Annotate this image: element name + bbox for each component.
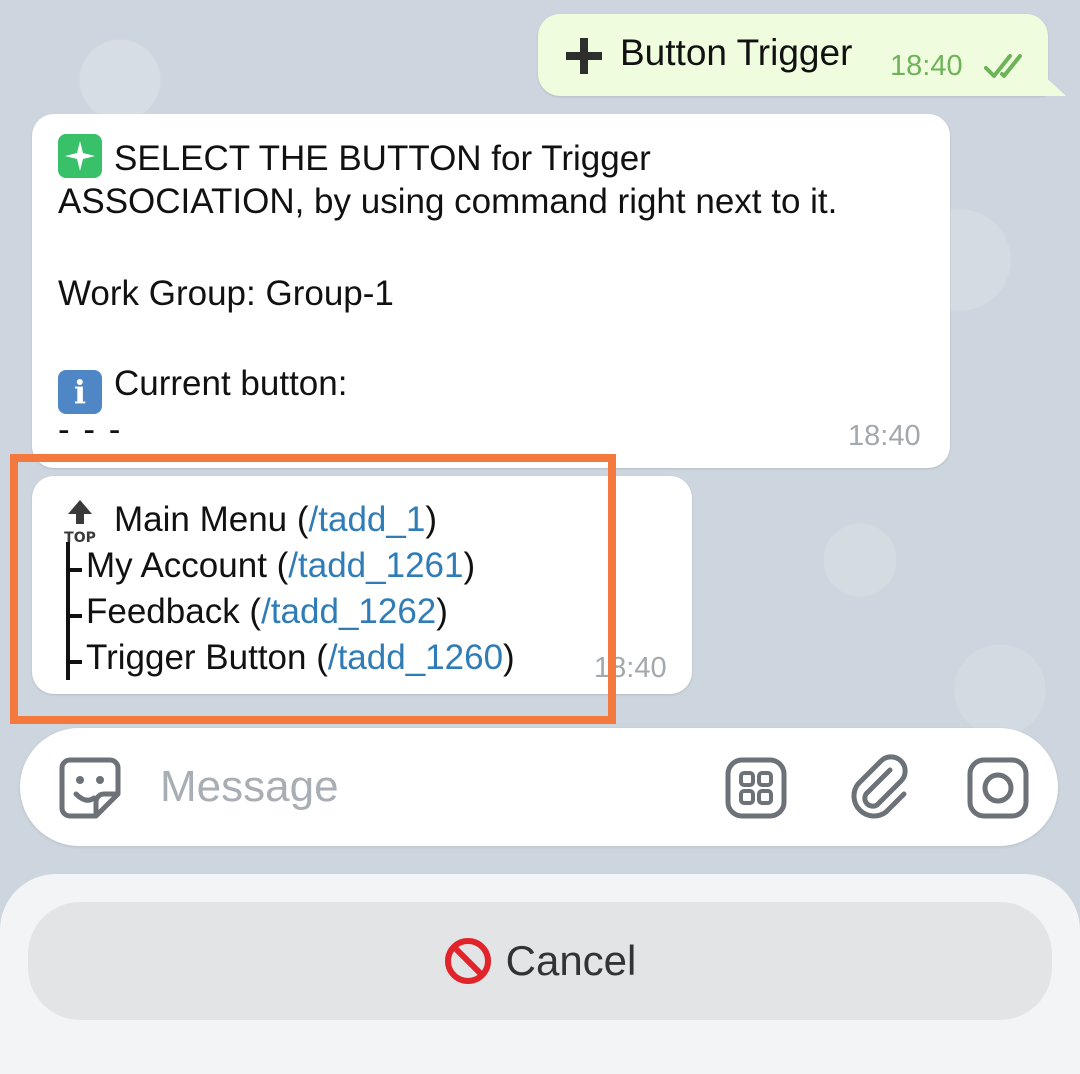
sticker-icon[interactable] (56, 754, 124, 822)
outgoing-message-time: 18:40 (890, 50, 963, 82)
prohibited-icon (444, 938, 491, 984)
incoming-message-instructions[interactable]: SELECT THE BUTTON for Trigger ASSOCIATIO… (32, 114, 950, 468)
current-button-label: Current button: (114, 364, 348, 403)
camera-icon[interactable] (966, 756, 1030, 820)
message-line: i Current button: (58, 364, 347, 414)
work-group-line: Work Group: Group-1 (58, 274, 394, 313)
info-icon: i (58, 370, 102, 414)
message-composer[interactable]: Message (20, 728, 1058, 846)
cancel-button-label: Cancel (505, 937, 637, 984)
outgoing-message[interactable]: Button Trigger 18:40 (538, 14, 1048, 96)
attach-icon[interactable] (846, 752, 916, 822)
message-time: 18:40 (848, 420, 921, 452)
message-line: SELECT THE BUTTON for Trigger (58, 134, 651, 179)
message-input[interactable]: Message (160, 762, 339, 812)
instruction-line-1: SELECT THE BUTTON for Trigger (114, 139, 651, 178)
outgoing-message-text: Button Trigger (620, 32, 853, 73)
outgoing-bubble-tail (1040, 72, 1066, 96)
plus-icon (566, 38, 602, 74)
sparkle-icon (58, 134, 102, 178)
instruction-line-2: ASSOCIATION, by using command right next… (58, 182, 838, 221)
reply-keyboard: Cancel (0, 874, 1080, 1074)
separator-text: - - - (58, 410, 123, 449)
apps-grid-icon[interactable] (724, 756, 788, 820)
cancel-button[interactable]: Cancel (28, 902, 1052, 1020)
highlight-box (10, 454, 616, 724)
double-check-icon (984, 54, 1022, 78)
